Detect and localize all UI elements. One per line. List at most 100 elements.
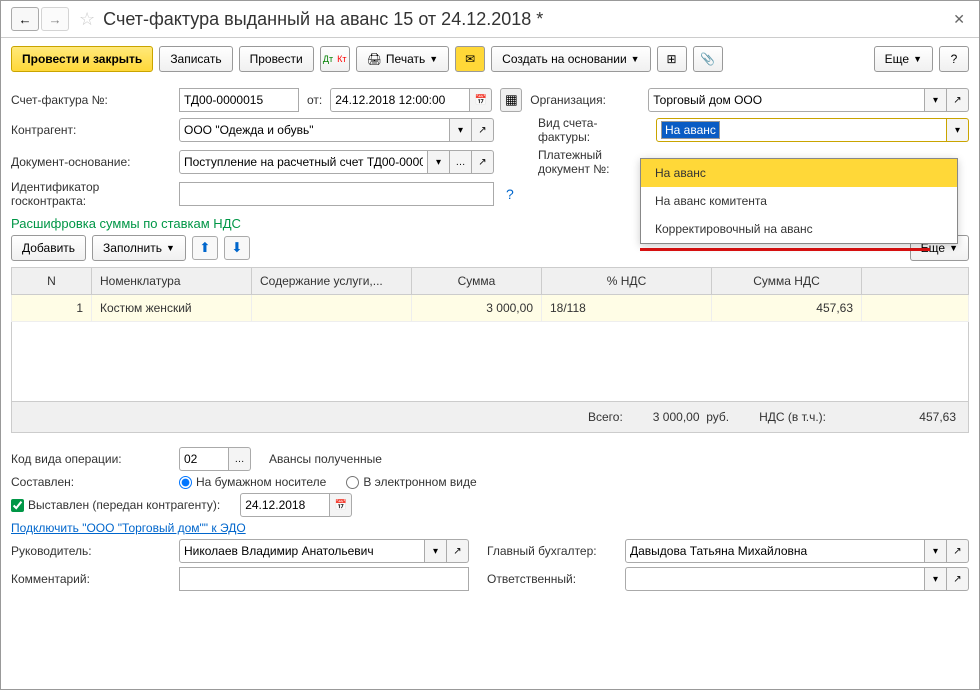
responsible-label: Ответственный:: [487, 572, 617, 586]
org-dropdown-icon[interactable]: ▾: [925, 88, 947, 112]
basis-dropdown-icon[interactable]: ▾: [428, 150, 450, 174]
responsible-open-icon[interactable]: ↗: [947, 567, 969, 591]
add-row-button[interactable]: Добавить: [11, 235, 86, 261]
manager-dropdown-icon[interactable]: ▾: [425, 539, 447, 563]
type-dropdown-icon[interactable]: ▾: [947, 118, 969, 142]
create-based-on-button[interactable]: Создать на основании ▼: [491, 46, 650, 72]
col-n[interactable]: N: [12, 268, 92, 295]
move-down-button[interactable]: ⬇: [224, 236, 250, 260]
org-label: Организация:: [530, 93, 640, 107]
basis-input[interactable]: [179, 150, 428, 174]
composed-label: Составлен:: [11, 475, 171, 489]
dtkt-button[interactable]: ДтКт: [320, 46, 350, 72]
total-label: Всего:: [588, 410, 623, 424]
accountant-open-icon[interactable]: ↗: [947, 539, 969, 563]
col-vat-sum[interactable]: Сумма НДС: [712, 268, 862, 295]
save-button[interactable]: Записать: [159, 46, 232, 72]
table-row[interactable]: 1 Костюм женский 3 000,00 18/118 457,63: [12, 295, 969, 322]
paper-radio[interactable]: На бумажном носителе: [179, 475, 326, 489]
close-icon[interactable]: ✕: [949, 11, 969, 28]
type-dropdown-list: На аванс На аванс комитента Корректирово…: [640, 158, 958, 244]
fill-label: Заполнить: [103, 241, 162, 255]
issued-date-input[interactable]: [240, 493, 330, 517]
date-input[interactable]: [330, 88, 470, 112]
calendar-icon[interactable]: 📅: [470, 88, 492, 112]
org-open-icon[interactable]: ↗: [947, 88, 969, 112]
issued-label: Выставлен (передан контрагенту):: [28, 498, 220, 512]
op-code-ellipsis-icon[interactable]: …: [229, 447, 251, 471]
dropdown-item-corrective-advance[interactable]: Корректировочный на аванс: [641, 215, 957, 243]
org-input[interactable]: [648, 88, 925, 112]
counterparty-dropdown-icon[interactable]: ▾: [450, 118, 472, 142]
issued-calendar-icon[interactable]: 📅: [330, 493, 352, 517]
counterparty-open-icon[interactable]: ↗: [472, 118, 494, 142]
accountant-label: Главный бухгалтер:: [487, 544, 617, 558]
structure-button[interactable]: ⊞: [657, 46, 687, 72]
table-empty-area: [11, 322, 969, 402]
vat-value: 457,63: [856, 410, 956, 424]
paper-radio-label: На бумажном носителе: [196, 475, 326, 489]
counterparty-label: Контрагент:: [11, 123, 171, 137]
col-vat-rate[interactable]: % НДС: [542, 268, 712, 295]
col-sum[interactable]: Сумма: [412, 268, 542, 295]
basis-ellipsis-icon[interactable]: …: [450, 150, 472, 174]
date-extra-button[interactable]: ▦: [500, 88, 522, 112]
govid-input[interactable]: [179, 182, 494, 206]
create-based-label: Создать на основании: [502, 52, 627, 66]
electronic-radio-label: В электронном виде: [363, 475, 476, 489]
responsible-dropdown-icon[interactable]: ▾: [925, 567, 947, 591]
issued-checkbox[interactable]: Выставлен (передан контрагенту):: [11, 498, 220, 512]
col-description[interactable]: Содержание услуги,...: [252, 268, 412, 295]
cell-nomenclature: Костюм женский: [92, 295, 252, 322]
attachment-button[interactable]: 📎: [693, 46, 723, 72]
accountant-dropdown-icon[interactable]: ▾: [925, 539, 947, 563]
nav-back-button[interactable]: ←: [11, 7, 39, 31]
total-value: 3 000,00: [653, 410, 700, 424]
invoice-no-input[interactable]: [179, 88, 299, 112]
responsible-input[interactable]: [625, 567, 925, 591]
manager-open-icon[interactable]: ↗: [447, 539, 469, 563]
currency: руб.: [706, 410, 729, 424]
nav-forward-button[interactable]: →: [41, 7, 69, 31]
cell-vat: 457,63: [712, 295, 862, 322]
type-select[interactable]: На аванс: [656, 118, 947, 142]
type-value: На аванс: [661, 121, 720, 139]
post-and-close-button[interactable]: Провести и закрыть: [11, 46, 153, 72]
chevron-down-icon: ▼: [913, 54, 922, 64]
invoice-no-label: Счет-фактура №:: [11, 93, 171, 107]
manager-label: Руководитель:: [11, 544, 171, 558]
more-button[interactable]: Еще ▼: [874, 46, 933, 72]
print-button[interactable]: 🖨 Печать ▼: [356, 46, 449, 72]
accountant-input[interactable]: [625, 539, 925, 563]
vat-label: НДС (в т.ч.):: [759, 410, 826, 424]
op-code-input[interactable]: [179, 447, 229, 471]
manager-input[interactable]: [179, 539, 425, 563]
counterparty-input[interactable]: [179, 118, 450, 142]
cell-description: [252, 295, 412, 322]
basis-open-icon[interactable]: ↗: [472, 150, 494, 174]
highlight-underline: [640, 248, 930, 251]
chevron-down-icon: ▼: [631, 54, 640, 64]
cell-sum: 3 000,00: [412, 295, 542, 322]
dropdown-item-commission-advance[interactable]: На аванс комитента: [641, 187, 957, 215]
more-label: Еще: [885, 52, 909, 66]
comment-input[interactable]: [179, 567, 469, 591]
dropdown-item-advance[interactable]: На аванс: [641, 159, 957, 187]
edo-link[interactable]: Подключить "ООО "Торговый дом"" к ЭДО: [11, 521, 246, 535]
post-button[interactable]: Провести: [239, 46, 314, 72]
col-nomenclature[interactable]: Номенклатура: [92, 268, 252, 295]
email-button[interactable]: ✉: [455, 46, 485, 72]
main-toolbar: Провести и закрыть Записать Провести ДтК…: [1, 38, 979, 80]
window-title: Счет-фактура выданный на аванс 15 от 24.…: [103, 9, 949, 30]
help-icon[interactable]: ?: [506, 186, 514, 202]
print-label: Печать: [386, 52, 425, 66]
favorite-star-icon[interactable]: ☆: [79, 9, 95, 30]
move-up-button[interactable]: ⬆: [192, 236, 218, 260]
electronic-radio[interactable]: В электронном виде: [346, 475, 476, 489]
fill-button[interactable]: Заполнить ▼: [92, 235, 186, 261]
help-button[interactable]: ?: [939, 46, 969, 72]
printer-icon: 🖨: [367, 52, 382, 66]
cell-n: 1: [12, 295, 92, 322]
comment-label: Комментарий:: [11, 572, 171, 586]
cell-rate: 18/118: [542, 295, 712, 322]
